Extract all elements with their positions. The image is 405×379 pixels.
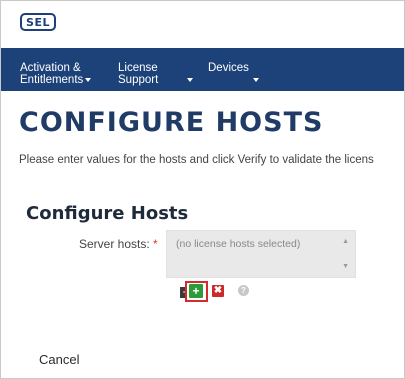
- listbox-placeholder: (no license hosts selected): [176, 238, 301, 250]
- nav-item-license-support[interactable]: License Support: [118, 62, 158, 86]
- nav-item-label-line2: Support: [118, 74, 159, 86]
- nav-item-label-line1: Devices: [208, 62, 249, 74]
- main-navbar: Activation & Entitlements License Suppor…: [1, 48, 404, 91]
- section-title: Configure Hosts: [26, 203, 189, 224]
- chevron-down-icon: [85, 77, 92, 82]
- nav-item-label-line1: License: [118, 62, 158, 74]
- nav-item-devices[interactable]: Devices: [208, 62, 249, 74]
- server-hosts-label-text: Server hosts:: [79, 237, 150, 251]
- server-hosts-listbox[interactable]: (no license hosts selected) ▲ ▼: [166, 230, 356, 278]
- logo-bar: SEL: [1, 1, 404, 48]
- remove-icon[interactable]: ✖: [212, 285, 224, 297]
- page-frame: SEL Activation & Entitlements License Su…: [0, 0, 405, 379]
- nav-item-label-line2: Entitlements: [20, 74, 84, 86]
- nav-item-label-line1: Activation &: [20, 62, 81, 74]
- chevron-down-icon[interactable]: [253, 78, 259, 82]
- server-hosts-label: Server hosts: *: [79, 237, 158, 251]
- scroll-up-icon[interactable]: ▲: [342, 238, 349, 245]
- cancel-link[interactable]: Cancel: [39, 352, 79, 367]
- nav-item-activation-entitlements[interactable]: Activation & Entitlements: [20, 62, 92, 86]
- help-icon[interactable]: ?: [238, 285, 249, 296]
- scroll-down-icon[interactable]: ▼: [342, 263, 349, 270]
- chevron-down-icon[interactable]: [187, 78, 193, 82]
- required-marker: *: [153, 237, 158, 251]
- add-icon[interactable]: +: [189, 284, 203, 298]
- page-title: CONFIGURE HOSTS: [19, 107, 324, 138]
- sel-logo[interactable]: SEL: [20, 13, 56, 31]
- instructions-text: Please enter values for the hosts and cl…: [19, 154, 374, 166]
